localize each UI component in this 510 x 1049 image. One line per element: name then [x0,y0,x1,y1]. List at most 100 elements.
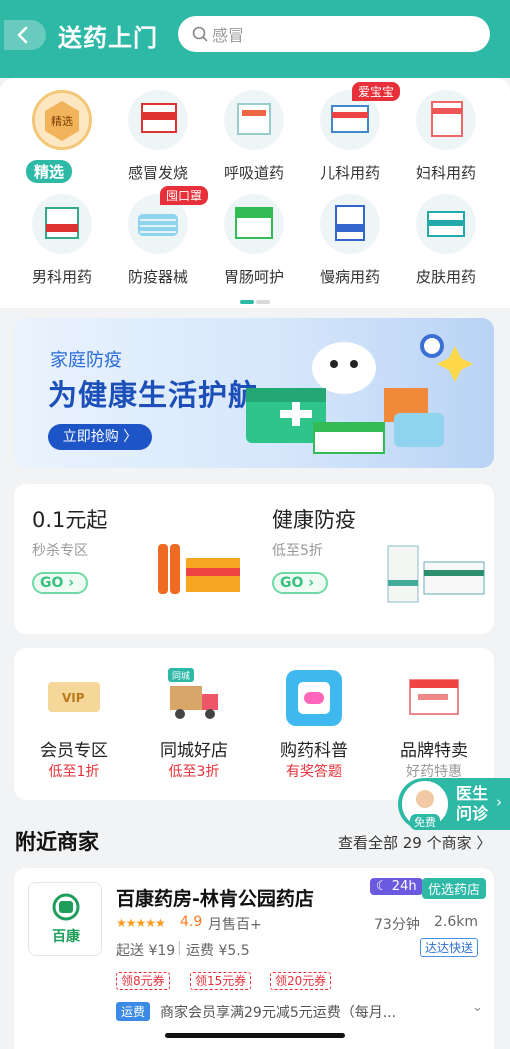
fast-delivery-badge: 达达快送 [420,938,479,957]
chronic-medicine-icon [320,194,380,254]
min-order: 起送 ¥19 [116,943,176,959]
service-name: 品牌特卖 [400,741,468,761]
category-gynecology[interactable]: 妇科用药 [398,78,494,182]
shipping-tag: 运费 [116,1002,151,1021]
svg-text:VIP: VIP [62,691,85,705]
category-cold-fever[interactable]: 感冒发烧 [110,78,206,182]
delivery-time: 73分钟 [374,917,420,933]
doctor-consult-label: 医生问诊 [456,784,489,823]
free-badge: 免费 [410,814,440,830]
chevron-right-icon: › [496,793,502,811]
promo-banner[interactable]: 家庭防疫 为健康生活护航 立即抢购 〉 [14,318,494,468]
go-button[interactable]: GO › [32,572,88,594]
promo-section: 0.1元起 秒杀专区 GO › 健康防疫 低至5折 GO › [14,484,494,634]
category-chronic[interactable]: 慢病用药 [302,182,398,286]
medical-kit-illustration [246,334,473,454]
banner-title: 为健康生活护航 [48,378,259,412]
store-name: 百康药房-林肯公园药店 [116,888,314,910]
category-label: 胃肠呵护 [223,268,284,286]
search-bar[interactable] [178,16,490,52]
category-mens[interactable]: 男科用药 [14,182,110,286]
health-epidemic-card[interactable]: 健康防疫 低至5折 GO › [254,484,494,634]
medicine-science-icon [284,668,344,728]
nearby-section-title: 附近商家 [15,830,99,854]
service-name: 同城好店 [160,741,228,761]
search-icon [192,26,208,42]
chevron-left-icon [17,26,28,44]
category-badge: 囤口罩 [160,186,209,205]
category-badge: 爱宝宝 [352,82,401,101]
separator: | [177,940,182,956]
category-pediatric[interactable]: 爱宝宝 儿科用药 [302,78,401,182]
category-label: 呼吸道药 [223,164,284,182]
mens-medicine-icon [32,194,92,254]
category-page-indicator [240,300,270,304]
back-button[interactable] [4,20,46,50]
shipping-fee: 运费 ¥5.5 [186,943,250,959]
category-label: 感冒发烧 [127,164,188,182]
promo-subtitle: 低至5折 [272,543,323,559]
header: 送药上门 [0,0,510,78]
member-zone[interactable]: VIP 会员专区 低至1折 [14,648,134,800]
doctor-consult-button[interactable]: 免费 医生问诊 › [398,778,510,830]
gynecology-medicine-icon [416,90,476,150]
coupon-tag[interactable]: 领15元券 [190,972,252,990]
category-skin[interactable]: 皮肤用药 [398,182,494,286]
page-title: 送药上门 [58,24,158,52]
home-indicator [165,1033,345,1038]
monthly-sales: 月售百+ [208,917,262,933]
coupon-tag[interactable]: 领20元券 [270,972,332,990]
service-desc: 有奖答题 [286,764,342,780]
category-label: 精选 [26,160,72,183]
svg-text:百康: 百康 [52,928,81,945]
shipping-description: 商家会员享满29元减5元运费（每月... [160,1005,397,1021]
respiratory-medicine-icon [224,90,284,150]
test-kit-image [387,545,485,603]
stomach-medicine-icon [224,194,284,254]
view-all-stores-link[interactable]: 查看全部 29 个商家 〉 [338,832,491,853]
category-epidemic-equipment[interactable]: 囤口罩 防疫器械 [110,182,209,286]
promo-subtitle: 秒杀专区 [32,543,88,559]
category-respiratory[interactable]: 呼吸道药 [206,78,302,182]
store-card[interactable]: 百康 百康药房-林肯公园药店 ☾ 24h 优选药店 ★★★★★ 4.9 月售百+… [14,868,494,1049]
promo-title: 健康防疫 [272,508,356,532]
service-name: 会员专区 [40,741,108,761]
vitamin-tubes-image [158,544,240,594]
category-stomach[interactable]: 胃肠呵护 [206,182,302,286]
go-button[interactable]: GO › [272,572,328,594]
buy-now-button[interactable]: 立即抢购 〉 [48,424,152,450]
service-name: 购药科普 [280,741,348,761]
featured-icon: 精选 [32,90,92,150]
preferred-store-badge: 优选药店 [422,878,487,899]
skin-medicine-icon [416,194,476,254]
rating-stars: ★★★★★ [116,916,166,930]
medicine-science[interactable]: 购药科普 有奖答题 [254,648,374,800]
delivery-truck-icon: 同城 [164,668,224,728]
svg-text:同城: 同城 [172,671,190,682]
brand-sale-icon [404,668,464,728]
distance: 2.6km [434,914,479,930]
category-label: 妇科用药 [415,164,476,182]
service-desc: 低至1折 [48,764,100,780]
vip-icon: VIP [44,668,104,728]
local-store[interactable]: 同城 同城好店 低至3折 [134,648,254,800]
category-label: 儿科用药 [319,164,380,182]
service-desc: 低至3折 [168,764,220,780]
category-label: 男科用药 [31,268,92,286]
cold-medicine-icon [128,90,188,150]
flash-sale-card[interactable]: 0.1元起 秒杀专区 GO › [14,484,254,634]
banner-subtitle: 家庭防疫 [50,350,122,371]
search-input[interactable] [212,22,472,46]
category-label: 防疫器械 [127,268,188,286]
24h-badge: ☾ 24h [370,878,423,895]
category-label: 皮肤用药 [415,268,476,286]
svg-text:精选: 精选 [51,115,73,128]
category-label: 慢病用药 [319,268,380,286]
moon-icon: ☾ [376,879,388,894]
chevron-down-icon[interactable]: ⌄ [472,1000,483,1015]
rating-score: 4.9 [180,914,203,930]
category-grid: 精选 精选 感冒发烧 呼吸道药 爱宝宝 儿科用药 妇科用药 男科用药 囤口罩 防… [0,78,510,308]
store-logo: 百康 [28,882,102,956]
coupon-tag[interactable]: 领8元券 [116,972,170,990]
category-featured[interactable]: 精选 精选 [14,78,110,183]
